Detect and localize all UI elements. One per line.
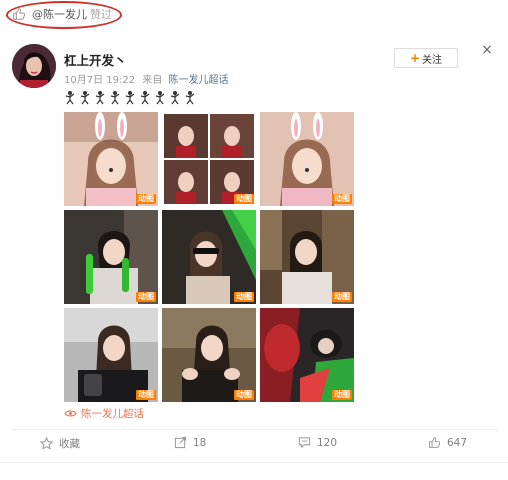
comment-count: 120 <box>317 436 338 449</box>
image-tile-2[interactable]: 动图 <box>162 112 256 206</box>
stick-figure-emoji <box>110 91 120 105</box>
close-icon[interactable]: × <box>479 42 495 58</box>
stick-figure-emoji <box>170 91 180 105</box>
repost-count: 18 <box>193 436 207 449</box>
stick-figure-emoji <box>95 91 105 105</box>
favorite-label: 收藏 <box>59 438 80 450</box>
avatar[interactable] <box>12 44 56 88</box>
topic-link[interactable]: 陈一发儿超话 <box>64 406 144 421</box>
image-tile-1[interactable]: 动图 <box>64 112 158 206</box>
gif-badge: 动图 <box>136 194 156 204</box>
like-count: 647 <box>447 436 468 449</box>
post-source[interactable]: 陈一发儿超话 <box>168 75 228 86</box>
like-button[interactable]: 647 <box>428 436 467 449</box>
gif-badge: 动图 <box>332 194 352 204</box>
gif-badge: 动图 <box>332 390 352 400</box>
image-tile-5[interactable]: 动图 <box>162 210 256 304</box>
repost-button[interactable]: 18 <box>174 436 206 449</box>
emoji-row <box>64 90 196 106</box>
image-grid: 动图 动图 动图 动图 动图 动图 动图 动图 动图 <box>64 112 354 402</box>
repost-icon <box>174 436 187 449</box>
gif-badge: 动图 <box>332 292 352 302</box>
star-icon <box>40 437 53 450</box>
stick-figure-emoji <box>125 91 135 105</box>
author-name[interactable]: 杠上开发丶 <box>64 50 127 69</box>
from-label: 来自 <box>142 75 163 86</box>
action-bar: 收藏 18 120 647 <box>0 436 508 454</box>
favorite-button[interactable]: 收藏 <box>40 436 80 451</box>
post-time[interactable]: 10月7日 19:22 <box>64 75 135 86</box>
image-tile-7[interactable]: 动图 <box>64 308 158 402</box>
gif-badge: 动图 <box>234 390 254 400</box>
eye-icon <box>64 410 77 417</box>
image-tile-4[interactable]: 动图 <box>64 210 158 304</box>
divider <box>12 429 498 430</box>
topic-label: 陈一发儿超话 <box>81 408 144 420</box>
gif-badge: 动图 <box>136 390 156 400</box>
thumbs-up-icon <box>429 437 441 448</box>
post-meta: 10月7日 19:22 来自 陈一发儿超话 <box>64 71 228 86</box>
image-tile-6[interactable]: 动图 <box>260 210 354 304</box>
comment-icon <box>298 437 311 449</box>
image-tile-8[interactable]: 动图 <box>162 308 256 402</box>
gif-badge: 动图 <box>234 194 254 204</box>
stick-figure-emoji <box>155 91 165 105</box>
comment-button[interactable]: 120 <box>298 436 337 449</box>
follow-button[interactable]: + 关注 <box>394 48 458 68</box>
image-tile-3[interactable]: 动图 <box>260 112 354 206</box>
stick-figure-emoji <box>185 91 195 105</box>
gif-badge: 动图 <box>136 292 156 302</box>
red-circle-annotation <box>6 1 122 29</box>
stick-figure-emoji <box>65 91 75 105</box>
divider <box>0 462 508 463</box>
gif-badge: 动图 <box>234 292 254 302</box>
plus-icon: + <box>409 51 421 65</box>
follow-label: 关注 <box>422 54 443 66</box>
stick-figure-emoji <box>80 91 90 105</box>
stick-figure-emoji <box>140 91 150 105</box>
image-tile-9[interactable]: 动图 <box>260 308 354 402</box>
